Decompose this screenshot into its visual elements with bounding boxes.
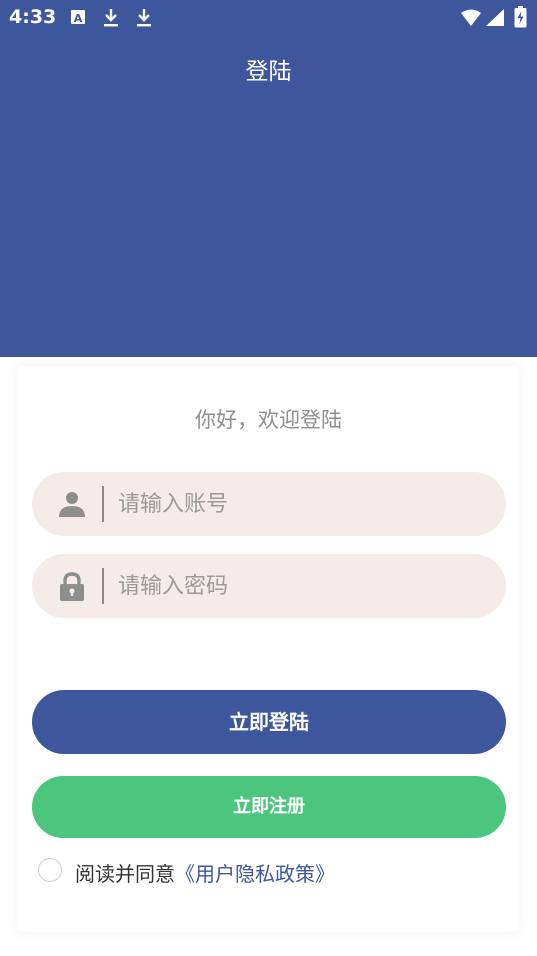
user-icon <box>58 490 86 518</box>
download-icon <box>102 8 120 32</box>
field-divider <box>102 568 104 604</box>
account-field[interactable] <box>32 472 506 536</box>
agreement-text: 阅读并同意 <box>75 862 175 886</box>
lock-icon <box>58 572 86 601</box>
battery-charging-icon <box>514 6 527 32</box>
login-card <box>18 366 518 932</box>
privacy-policy-link[interactable]: 《用户隐私政策》 <box>175 862 335 886</box>
status-time: 4:33 <box>9 6 57 28</box>
status-bar: 4:33 A <box>0 0 537 36</box>
account-input[interactable] <box>118 472 488 536</box>
svg-text:A: A <box>74 12 83 25</box>
field-divider <box>102 486 104 522</box>
download-icon <box>135 8 153 32</box>
cellular-signal-icon <box>485 8 505 31</box>
agreement-checkbox[interactable] <box>38 858 62 882</box>
page-title: 登陆 <box>245 59 292 85</box>
wifi-icon <box>460 9 482 31</box>
agreement-row: 阅读并同意《用户隐私政策》 <box>75 858 335 887</box>
header-banner: 4:33 A 登陆 <box>0 0 537 357</box>
login-button[interactable]: 立即登陆 <box>32 690 506 754</box>
greeting-text: 你好，欢迎登陆 <box>195 408 342 432</box>
password-input[interactable] <box>118 554 488 618</box>
font-notification-icon: A <box>70 8 86 30</box>
password-field[interactable] <box>32 554 506 618</box>
register-button[interactable]: 立即注册 <box>32 776 506 838</box>
